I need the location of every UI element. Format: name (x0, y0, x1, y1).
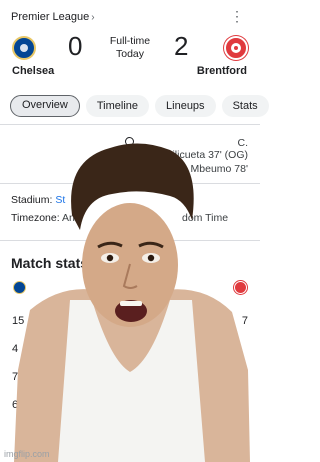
scorer-line: Azpilicueta 37' (OG) (154, 149, 248, 161)
tank-top-shape (58, 300, 205, 462)
soccer-ball-icon (125, 137, 134, 146)
scorer-line: C. (237, 137, 249, 149)
timezone-row: Timezone: An (11, 212, 75, 224)
stat-home-value: 15 (12, 315, 25, 327)
open-mouth (115, 300, 147, 322)
divider (0, 240, 260, 241)
tab-lineups[interactable]: Lineups (155, 95, 216, 117)
stadium-row: Stadium: St (11, 194, 65, 206)
divider (0, 124, 260, 125)
league-link[interactable]: Premier League › (11, 11, 95, 23)
stadium-link[interactable]: St (55, 194, 65, 206)
neck-shape (98, 255, 165, 315)
match-status: Full-time Today (100, 35, 160, 61)
chelsea-crest-icon[interactable] (12, 36, 36, 60)
face-shape (82, 203, 178, 327)
stat-home-value: 73% (12, 371, 35, 383)
tab-stats[interactable]: Stats (221, 95, 269, 117)
chelsea-crest-icon (13, 281, 26, 294)
divider (0, 183, 260, 184)
tab-overview[interactable]: Overview (10, 95, 80, 117)
more-options-icon[interactable]: ⋮ (230, 9, 244, 23)
brentford-crest-icon (234, 281, 247, 294)
left-eye (101, 253, 119, 263)
status-date: Today (115, 48, 145, 60)
left-eyebrow (97, 241, 123, 249)
chevron-right-icon: › (91, 11, 95, 23)
scorer-line: B. Mbeumo 78' (177, 163, 248, 175)
imgflip-watermark: imgflip.com (4, 449, 50, 459)
timezone-value-start: An (61, 212, 75, 224)
left-pupil (106, 254, 114, 262)
timezone-value-end: dom Time (182, 212, 229, 224)
right-eye (142, 253, 160, 263)
stat-home-value: 4 (12, 343, 19, 355)
away-score: 2 (174, 31, 189, 61)
right-eyebrow (138, 241, 164, 249)
stat-away-value: 27% (225, 371, 248, 383)
torso-shape (14, 289, 250, 462)
match-stats-title: Match stats (11, 255, 89, 271)
stat-home-value: 698 (12, 399, 31, 411)
home-score: 0 (68, 31, 83, 61)
brentford-crest-icon[interactable] (224, 36, 248, 60)
tab-bar: Overview Timeline Lineups Stats (10, 95, 269, 117)
away-team-name[interactable]: Brentford (197, 65, 247, 77)
league-name: Premier League (11, 11, 90, 23)
nose (122, 263, 138, 289)
stat-away-value: 7 (241, 315, 248, 327)
home-team-name[interactable]: Chelsea (12, 65, 54, 77)
tab-timeline[interactable]: Timeline (85, 95, 150, 117)
timezone-label: Timezone: (11, 212, 60, 224)
status-full-time: Full-time (109, 35, 151, 47)
stadium-label: Stadium: (11, 194, 53, 206)
stat-away-value: 264 (229, 399, 248, 411)
teeth (120, 301, 142, 306)
right-pupil (147, 254, 155, 262)
